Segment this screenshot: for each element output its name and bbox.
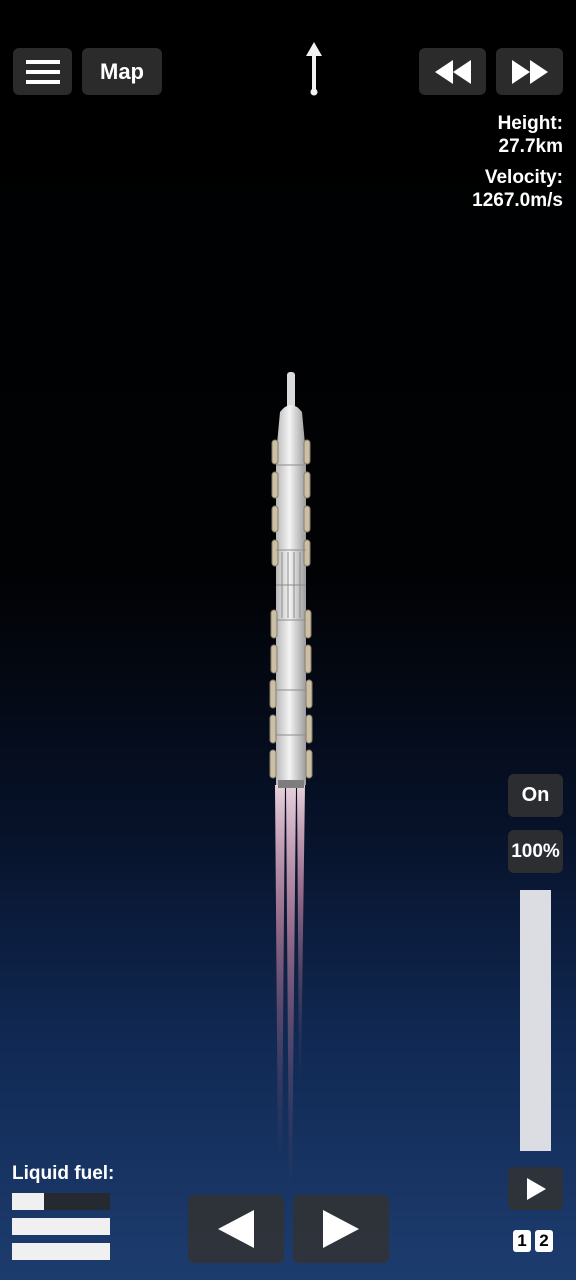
stage-number[interactable]: 1 — [513, 1230, 531, 1252]
throttle-percent-button[interactable]: 100% — [508, 830, 563, 873]
velocity-readout: Velocity: 1267.0m/s — [472, 166, 563, 212]
engine-toggle-button[interactable]: On — [508, 774, 563, 817]
engine-exhaust — [275, 785, 305, 1190]
rotate-left-button[interactable] — [188, 1195, 284, 1263]
hamburger-menu-icon — [25, 59, 60, 84]
heading-arrow-icon — [306, 42, 322, 96]
throttle-slider[interactable] — [520, 890, 551, 1151]
stage-number[interactable]: 2 — [535, 1230, 553, 1252]
rocket — [269, 372, 313, 1190]
height-readout: Height: 27.7km — [498, 112, 563, 158]
velocity-value: 1267.0m/s — [472, 190, 563, 211]
stage-activate-button[interactable] — [508, 1167, 563, 1210]
menu-button[interactable] — [13, 48, 72, 95]
rewind-icon — [434, 59, 471, 84]
rewind-button[interactable] — [419, 48, 486, 95]
fast-forward-button[interactable] — [496, 48, 563, 95]
stage-indicator: 1 2 — [513, 1230, 553, 1252]
rotate-left-arrow-icon — [218, 1210, 254, 1248]
rotate-right-button[interactable] — [293, 1195, 389, 1263]
fuel-bar-fill — [12, 1243, 110, 1260]
fuel-bar-fill — [12, 1193, 45, 1210]
map-button[interactable]: Map — [82, 48, 162, 95]
fuel-bar — [12, 1243, 110, 1260]
fuel-label: Liquid fuel: — [12, 1163, 115, 1184]
fuel-bar-fill — [12, 1218, 110, 1235]
fuel-bar — [12, 1193, 110, 1210]
rotate-right-arrow-icon — [323, 1210, 359, 1248]
fuel-bar — [12, 1218, 110, 1235]
throttle-slider-fill — [520, 890, 551, 1151]
velocity-label: Velocity: — [484, 167, 563, 188]
fast-forward-icon — [511, 59, 548, 84]
play-icon — [526, 1177, 546, 1200]
height-label: Height: — [497, 113, 563, 134]
height-value: 27.7km — [498, 136, 563, 157]
